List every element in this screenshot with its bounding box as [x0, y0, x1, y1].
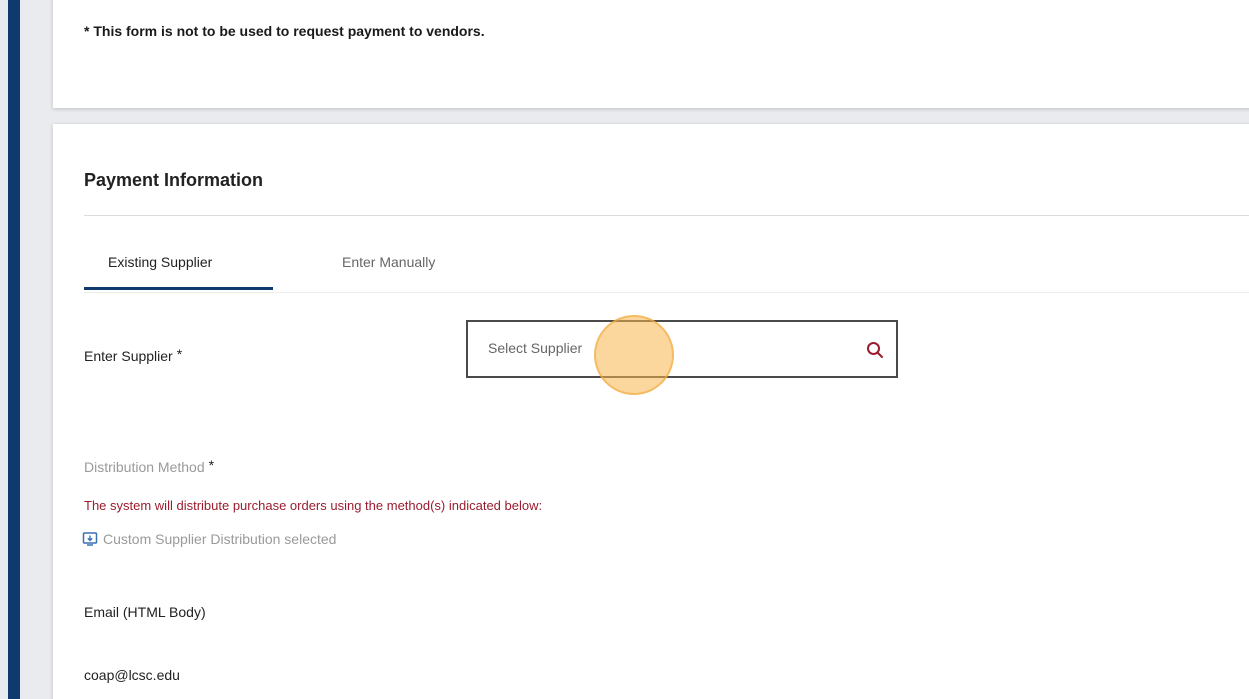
tab-existing-supplier[interactable]: Existing Supplier — [108, 254, 212, 270]
enter-supplier-label-text: Enter Supplier — [84, 348, 173, 364]
search-icon[interactable] — [866, 341, 884, 359]
distribution-method-label-text: Distribution Method — [84, 459, 205, 475]
enter-supplier-label: Enter Supplier * — [84, 346, 183, 364]
payment-information-card: Payment Information Existing Supplier En… — [53, 124, 1249, 699]
custom-distribution-info: Custom Supplier Distribution selected — [82, 531, 336, 547]
distribution-note: The system will distribute purchase orde… — [84, 498, 543, 513]
left-accent-bar — [8, 0, 20, 699]
distribution-method-value: Email (HTML Body) — [84, 604, 206, 620]
section-divider — [84, 215, 1249, 216]
notice-text: * This form is not to be used to request… — [84, 23, 485, 39]
supplier-tabs: Existing Supplier Enter Manually — [84, 240, 1249, 293]
distribution-method-label: Distribution Method * — [84, 457, 215, 475]
notice-card: * This form is not to be used to request… — [53, 0, 1249, 108]
custom-distribution-text: Custom Supplier Distribution selected — [103, 531, 337, 547]
required-mark: * — [176, 346, 183, 362]
required-mark: * — [208, 457, 215, 473]
distribution-icon — [82, 531, 98, 547]
tab-enter-manually[interactable]: Enter Manually — [342, 254, 435, 270]
section-title: Payment Information — [84, 170, 264, 190]
click-indicator — [594, 315, 674, 395]
supplier-search-field[interactable] — [466, 320, 898, 378]
distribution-email-value: coap@lcsc.edu — [84, 667, 180, 683]
active-tab-indicator — [84, 287, 273, 290]
page: * This form is not to be used to request… — [0, 0, 1249, 699]
